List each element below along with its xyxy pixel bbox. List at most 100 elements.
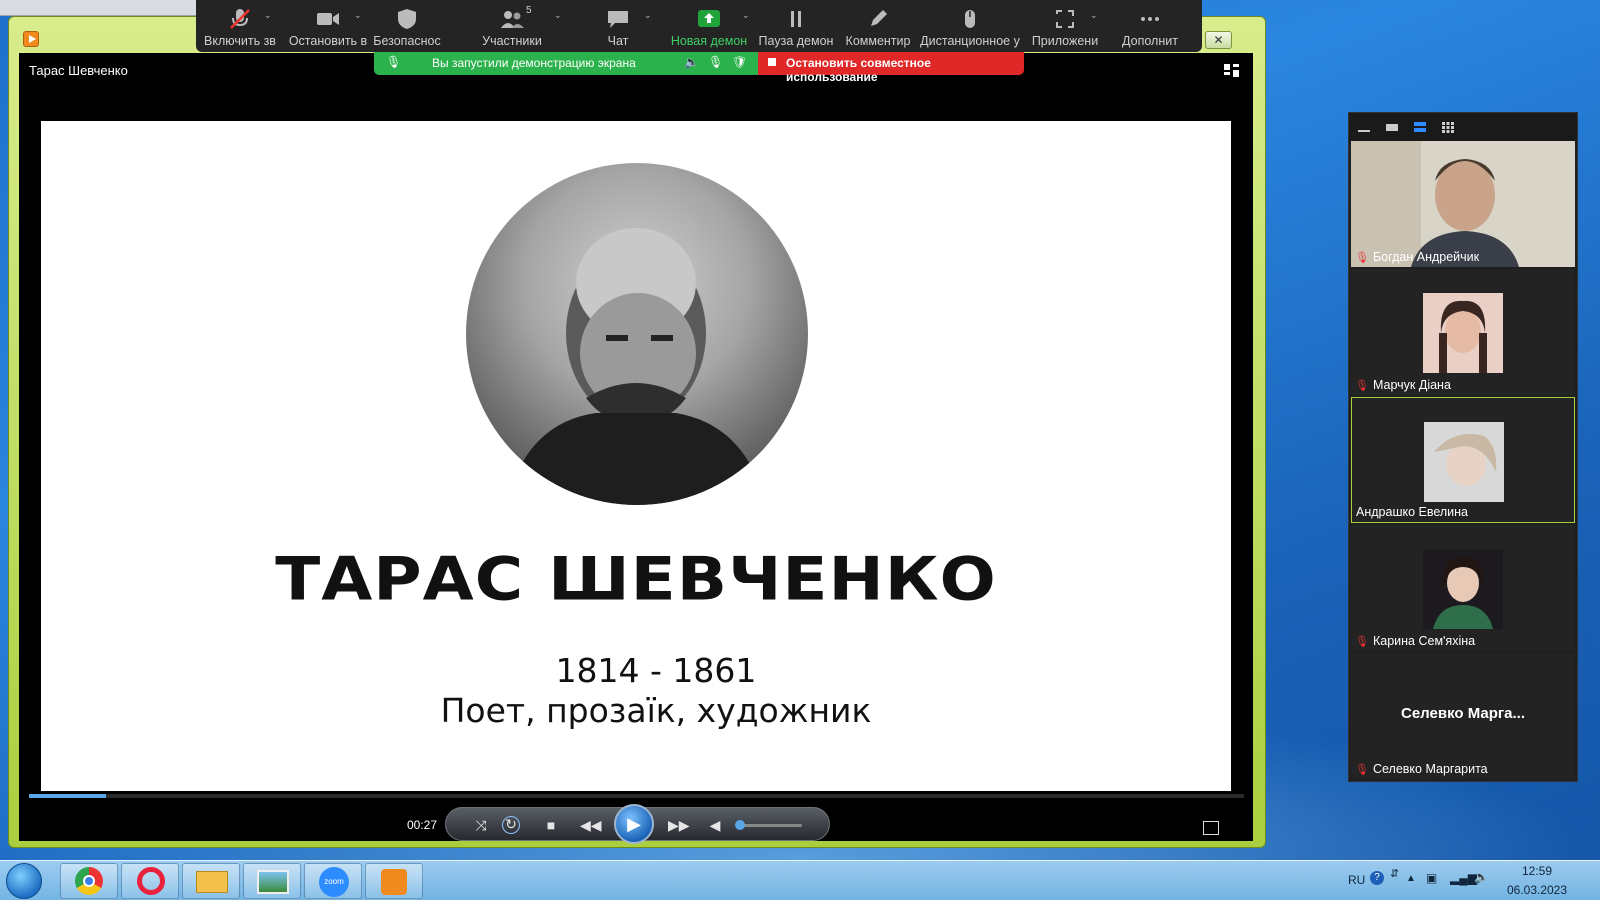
participant-avatar <box>1423 549 1503 629</box>
tray-arrow-icon[interactable]: ⇵ <box>1390 867 1399 880</box>
toolbar-label: Дистанционное у <box>920 34 1020 48</box>
muted-mic-icon: 🎙 <box>1355 636 1369 648</box>
speaker-icon: 🔈 <box>684 55 699 69</box>
toolbar-label: Участники <box>482 34 542 48</box>
participant-tile[interactable]: 🎙 Карина Сем'яхіна <box>1351 525 1575 651</box>
mic-on-icon: 🎙 <box>386 55 402 69</box>
show-hidden-icons-icon[interactable]: ▲ <box>1406 873 1416 884</box>
shield-icon <box>398 9 416 29</box>
stop-square-icon <box>768 58 776 66</box>
play-button[interactable]: ▶ <box>614 804 654 844</box>
layout-switch-icon[interactable] <box>1223 63 1241 79</box>
toolbar-label: Новая демон <box>670 34 748 48</box>
taskbar-photo-viewer[interactable] <box>243 863 301 899</box>
participants-button[interactable]: 5 ⌄ Участники <box>466 0 561 52</box>
minimize-view-icon[interactable] <box>1357 121 1371 133</box>
language-indicator[interactable]: RU <box>1348 873 1365 887</box>
presentation-slide: ТАРАС ШЕВЧЕНКО 1814 - 1861 Поет, прозаїк… <box>41 121 1231 791</box>
participant-tile[interactable]: Селевко Марга... 🎙 Селевко Маргарита <box>1351 653 1575 779</box>
toolbar-label: Пауза демон <box>758 34 834 48</box>
speaker-view-icon[interactable] <box>1385 121 1399 133</box>
toolbar-label: Чат <box>607 34 629 48</box>
new-share-button[interactable]: ⌄ Новая демон <box>668 0 750 52</box>
participant-name: 🎙 Карина Сем'яхіна <box>1355 634 1476 648</box>
media-player-icon <box>23 31 39 47</box>
network-device-icon[interactable]: ▣ <box>1426 871 1437 885</box>
stop-share-button[interactable]: Остановить совместное использование <box>758 52 1024 84</box>
toolbar-label: Дополнит <box>1122 34 1178 48</box>
unmute-button[interactable]: ⌄ Включить зв <box>198 0 282 52</box>
toolbar-label: Остановить в <box>288 34 368 48</box>
participant-tile-active[interactable]: Андрашко Евелина <box>1351 397 1575 523</box>
volume-icon[interactable]: ◀ <box>706 816 724 834</box>
participants-panel: 🎙 Богдан Андрейчик 🎙 Марчук Діана Андрашко… <box>1348 112 1578 782</box>
mic-icon: 🎙 <box>708 55 724 69</box>
volume-knob[interactable] <box>735 820 745 830</box>
sharing-status-text: Вы запустили демонстрацию экрана <box>432 56 636 70</box>
toolbar-label: Безопаснос <box>373 34 441 48</box>
help-icon[interactable]: ? <box>1370 871 1384 885</box>
taskbar-chrome[interactable] <box>60 863 118 899</box>
chrome-icon <box>75 867 103 895</box>
pause-icon <box>791 11 801 27</box>
view-switcher <box>1349 113 1577 141</box>
seek-bar[interactable] <box>29 794 1244 798</box>
participant-name: 🎙 Марчук Діана <box>1355 378 1451 392</box>
stop-video-button[interactable]: ⌄ Остановить в <box>284 0 372 52</box>
close-button[interactable]: ✕ <box>1205 31 1232 49</box>
taskbar-zoom[interactable]: zoom <box>304 863 362 899</box>
toolbar-label: Комментир <box>845 34 911 48</box>
participant-name: 🎙 Богдан Андрейчик <box>1355 250 1480 264</box>
system-tray: RU ? ⇵ ▲ ▣ ▂▄▆ 🔈 12:59 06.03.2023 <box>1340 861 1600 900</box>
participant-name: 🎙 Селевко Маргарита <box>1355 762 1488 776</box>
taskbar-media-player[interactable] <box>365 863 423 899</box>
media-player-window: ▭ ✕ Тарас Шевченко ТАРАС ШЕВЧЕНКО 1814 -… <box>8 16 1266 848</box>
remote-control-icon <box>965 10 975 28</box>
slide-title: ТАРАС ШЕВЧЕНКО <box>275 544 997 615</box>
strip-view-icon[interactable] <box>1413 121 1427 133</box>
remote-control-button[interactable]: Дистанционное у <box>920 0 1020 52</box>
taskbar-explorer[interactable] <box>182 863 240 899</box>
rewind-button[interactable]: ◀◀ <box>580 816 602 834</box>
seek-progress <box>29 794 106 798</box>
portrait-image <box>466 163 808 505</box>
chat-icon <box>608 11 628 28</box>
stop-share-label: Остановить совместное использование <box>786 56 931 84</box>
media-player-icon <box>381 869 407 895</box>
clock-time[interactable]: 12:59 <box>1506 864 1568 878</box>
muted-mic-icon <box>230 9 250 29</box>
repeat-icon[interactable]: ↻ <box>502 816 520 834</box>
security-shield-icon: 🛡 <box>732 55 748 69</box>
gallery-view-icon[interactable] <box>1441 121 1455 133</box>
clock-date[interactable]: 06.03.2023 <box>1502 883 1572 897</box>
volume-slider[interactable] <box>735 820 802 830</box>
shuffle-icon[interactable]: ⤨ <box>472 816 490 834</box>
slide-years: 1814 - 1861 <box>555 651 757 690</box>
participants-count: 5 <box>526 5 532 16</box>
taskbar-opera[interactable] <box>121 863 179 899</box>
playback-time: 00:27 <box>407 818 438 832</box>
annotate-icon <box>871 10 887 26</box>
more-button[interactable]: Дополнит <box>1110 0 1190 52</box>
participant-tile[interactable]: 🎙 Марчук Діана <box>1351 269 1575 395</box>
volume-tray-icon[interactable]: 🔈 <box>1474 870 1489 884</box>
apps-button[interactable]: ⌄ Приложени <box>1030 0 1100 52</box>
pause-share-button[interactable]: Пауза демон <box>758 0 834 52</box>
chat-button[interactable]: ⌄ Чат <box>586 0 652 52</box>
share-screen-icon <box>698 10 720 27</box>
fast-forward-button[interactable]: ▶▶ <box>668 816 690 834</box>
annotate-button[interactable]: Комментир <box>842 0 914 52</box>
participant-tile[interactable]: 🎙 Богдан Андрейчик <box>1351 141 1575 267</box>
taskbar: zoom RU ? ⇵ ▲ ▣ ▂▄▆ 🔈 12:59 06.03.2023 <box>0 860 1600 900</box>
apps-icon <box>1056 10 1074 28</box>
participant-avatar <box>1424 422 1504 502</box>
sharing-status-banner: 🎙 Вы запустили демонстрацию экрана 🔈 🎙 🛡 <box>374 52 758 75</box>
security-button[interactable]: Безопаснос <box>372 0 442 52</box>
zoom-icon: zoom <box>319 867 349 897</box>
stop-button[interactable]: ■ <box>542 816 560 834</box>
zoom-meeting-toolbar: ⌄ Включить зв ⌄ Остановить в Безопаснос … <box>196 0 1202 52</box>
signal-icon[interactable]: ▂▄▆ <box>1450 871 1477 885</box>
participant-display-name: Селевко Марга... <box>1401 705 1525 722</box>
start-button[interactable] <box>6 863 42 899</box>
fullscreen-icon[interactable] <box>1203 821 1219 835</box>
